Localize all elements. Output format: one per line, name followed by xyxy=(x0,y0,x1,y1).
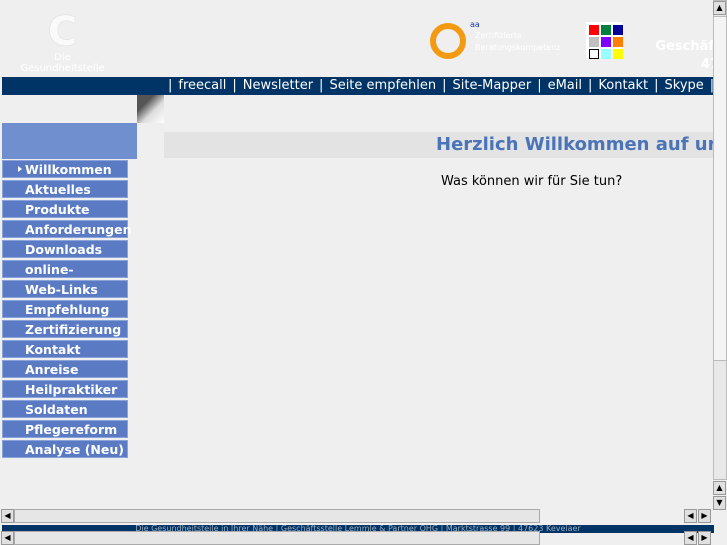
color-swatch[interactable] xyxy=(601,37,611,47)
footer-scroll-right-button[interactable]: ▶ xyxy=(698,531,711,545)
color-swatch[interactable] xyxy=(613,25,623,35)
color-swatch[interactable] xyxy=(601,49,611,59)
color-swatch[interactable] xyxy=(613,37,623,47)
sidebar-item-heilpraktiker[interactable]: Heilpraktiker xyxy=(2,380,128,398)
page-title: Herzlich Willkommen auf unse xyxy=(164,132,714,158)
sidebar-header xyxy=(2,123,137,159)
nav-link-site-mapper[interactable]: Site-Mapper xyxy=(453,78,532,93)
nav-separator: | xyxy=(442,78,447,93)
sidebar-item-zertifizierung[interactable]: Zertifizierung xyxy=(2,320,128,338)
nav-separator: | xyxy=(587,78,593,93)
logo-text: Die Gesundheitsteile xyxy=(20,52,105,74)
color-swatch[interactable] xyxy=(589,49,599,59)
nav-link-skype[interactable]: Skype xyxy=(665,78,704,93)
sidebar-item-empfehlung[interactable]: Empfehlung xyxy=(2,300,128,318)
sidebar-item-anreise[interactable]: Anreise xyxy=(2,360,128,378)
sidebar-item-aktuelles[interactable]: Aktuelles xyxy=(2,180,128,198)
nav-separator: | xyxy=(168,78,173,93)
nav-separator: | xyxy=(319,78,324,93)
scroll-left-button[interactable]: ◀ xyxy=(1,509,14,523)
color-swatch[interactable] xyxy=(601,25,611,35)
nav-separator: | xyxy=(232,78,237,93)
color-palette[interactable] xyxy=(586,22,623,59)
color-swatch[interactable] xyxy=(613,49,623,59)
color-swatch[interactable] xyxy=(589,25,599,35)
scroll-right-button[interactable]: ▶ xyxy=(698,509,711,523)
cert-label: aa xyxy=(470,20,480,29)
color-swatch[interactable] xyxy=(589,37,599,47)
footer-scrollbar-thumb[interactable] xyxy=(14,531,540,545)
nav-link-email[interactable]: eMail xyxy=(548,78,582,93)
certification-badge: aa Zertifizierte Beratungskompetenz xyxy=(430,20,561,60)
sidebar-item-kontakt[interactable]: Kontakt xyxy=(2,340,128,358)
nav-link-freecall[interactable]: freecall xyxy=(178,78,226,93)
scroll-down-button[interactable]: ▼ xyxy=(713,496,726,510)
nav-separator: | xyxy=(654,78,659,93)
scroll-left-button-2[interactable]: ◀ xyxy=(684,509,697,523)
footer-scroll-left-button-2[interactable]: ◀ xyxy=(684,531,697,545)
nav-link-kontakt[interactable]: Kontakt xyxy=(598,78,648,93)
top-nav: | freecall | Newsletter | Seite empfehlen | Sit… xyxy=(2,77,714,95)
nav-separator: | xyxy=(537,78,542,93)
sidebar-item-pflegereform[interactable]: Pflegereform xyxy=(2,420,128,438)
nav-link-newsletter[interactable]: Newsletter xyxy=(243,78,313,93)
sidebar-menu: Willkommen Aktuelles Produkte Anforderungen… xyxy=(2,160,131,460)
q-logo-icon xyxy=(430,23,466,59)
scroll-up-button[interactable]: ▲ xyxy=(713,1,726,15)
sidebar-item-soldaten[interactable]: Soldaten xyxy=(2,400,128,418)
scroll-up-button-2[interactable]: ▲ xyxy=(713,481,726,495)
cert-text: Zertifizierte Beratungskompetenz xyxy=(475,31,561,52)
logo-mark: C xyxy=(47,9,78,55)
sidebar-item-web-links[interactable]: Web-Links xyxy=(2,280,128,298)
sidebar-item-anforderungen[interactable]: Anforderungen xyxy=(2,220,131,238)
nav-link-seite-empfehlen[interactable]: Seite empfehlen xyxy=(329,78,436,93)
sidebar-item-downloads[interactable]: Downloads xyxy=(2,240,128,258)
sidebar-item-willkommen[interactable]: Willkommen xyxy=(2,160,128,178)
logo[interactable]: C Die Gesundheitsteile xyxy=(20,9,105,74)
intro-text: Was können wir für Sie tun? xyxy=(441,174,623,189)
footer-scroll-left-button[interactable]: ◀ xyxy=(1,531,14,545)
corner-tab xyxy=(137,95,164,123)
sidebar-item-online-zeitung[interactable]: online-Zeitung xyxy=(2,260,128,295)
sidebar-item-analyse-neu[interactable]: Analyse (Neu) xyxy=(2,440,128,458)
scrollbar-thumb[interactable] xyxy=(713,16,727,361)
sidebar-item-produkte[interactable]: Produkte xyxy=(2,200,128,218)
horizontal-scrollbar-thumb[interactable] xyxy=(14,509,540,523)
